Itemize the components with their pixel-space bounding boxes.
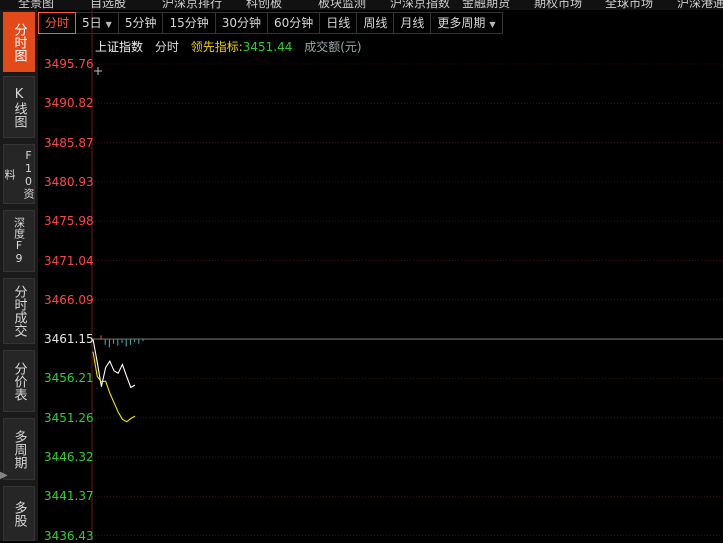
period-button-label: 5分钟 <box>124 16 157 30</box>
y-axis-tick-label: 3471.04 <box>44 253 94 268</box>
sidebar-tab[interactable]: F10资料 <box>3 144 35 204</box>
sidebar-tab[interactable]: K线图 <box>3 76 35 138</box>
top-menu-item[interactable]: 沪深港通 <box>677 0 723 10</box>
period-button-label: 60分钟 <box>274 16 314 30</box>
period-button[interactable]: 5分钟 <box>118 12 164 34</box>
period-button-label: 周线 <box>363 16 388 30</box>
sidebar-tab[interactable]: 深度F9 <box>3 210 35 272</box>
period-button[interactable]: 分时 <box>38 12 77 34</box>
caret-down-icon: ▼ <box>105 20 112 29</box>
average-line <box>92 351 136 423</box>
period-button-label: 日线 <box>326 16 351 30</box>
period-button[interactable]: 5日 ▼ <box>76 12 119 34</box>
sidebar-tab[interactable]: 分时图 <box>3 12 35 72</box>
left-sidebar: 分时图 K线图 F10资料 深度F9 分时成交 分价表 多周期 多股 <box>0 10 38 541</box>
sidebar-tab[interactable]: 分时成交 <box>3 278 35 344</box>
y-axis-tick-label: 3446.32 <box>44 450 94 464</box>
period-button[interactable]: 更多周期 ▼ <box>431 12 503 34</box>
price-line <box>92 339 136 389</box>
lead-indicator-label: 领先指标: <box>190 40 243 54</box>
period-button[interactable]: 30分钟 <box>215 12 269 34</box>
chart-mode: 分时 <box>154 40 179 54</box>
expand-arrow-icon[interactable]: ▶ <box>0 470 8 484</box>
top-menu-item[interactable]: 沪深京指数 <box>390 0 450 10</box>
top-menu-item[interactable]: 金融期货 <box>462 0 510 10</box>
top-menu-item[interactable]: 期权市场 <box>534 0 582 10</box>
period-button[interactable]: 月线 <box>394 12 432 34</box>
sidebar-tab[interactable]: 分价表 <box>3 350 35 412</box>
period-button[interactable]: 日线 <box>320 12 358 34</box>
period-button-label: 月线 <box>400 16 425 30</box>
index-name: 上证指数 <box>95 40 144 54</box>
y-axis-tick-label: 3485.87 <box>44 135 94 150</box>
intraday-chart[interactable] <box>0 0 723 541</box>
y-axis-tick-label: 3456.21 <box>44 371 94 386</box>
chart-info-line: 上证指数 分时 领先指标:3451.44 成交额(元) <box>95 38 370 55</box>
y-axis-tick-label: 3490.82 <box>44 96 94 111</box>
y-axis-tick-label: 3461.15 <box>44 332 94 347</box>
y-axis-tick-label: 3475.98 <box>44 214 94 229</box>
crosshair-icon <box>94 67 102 75</box>
top-menu-item[interactable]: 自选股 <box>90 0 126 10</box>
period-button-label: 更多周期 <box>437 16 486 30</box>
period-button-label: 30分钟 <box>221 16 262 30</box>
volume-label: 成交额(元) <box>304 40 362 54</box>
period-button[interactable]: 周线 <box>357 12 395 34</box>
y-axis-tick-label: 3436.43 <box>44 528 94 543</box>
caret-down-icon: ▼ <box>489 20 496 29</box>
y-axis-tick-label: 3441.37 <box>44 489 94 504</box>
y-axis-tick-label: 3466.09 <box>44 292 94 307</box>
period-button[interactable]: 60分钟 <box>268 12 321 34</box>
y-axis-tick-label: 3480.93 <box>44 174 94 189</box>
period-toolbar: 分时 5日 ▼ 5分钟 15分钟 30分钟 60分钟 日线 周线 月线 更多周期 ▼ <box>38 12 503 34</box>
top-menu-item[interactable]: 沪深京排行 <box>162 0 222 10</box>
top-menu-item[interactable]: 科创板 <box>246 0 282 10</box>
top-menu-item[interactable]: 全球市场 <box>605 0 653 10</box>
top-menu-item[interactable]: 板块监测 <box>318 0 366 10</box>
top-menu: 全景图 自选股 沪深京排行 科创板 板块监测 沪深京指数 金融期货 期权市场 全球市场 沪深港通 <box>0 0 723 10</box>
y-axis-tick-label: 3451.26 <box>44 410 94 425</box>
sidebar-tab[interactable]: 多股 <box>3 486 35 541</box>
top-menu-item[interactable]: 全景图 <box>18 0 54 10</box>
period-button[interactable]: 15分钟 <box>163 12 216 34</box>
period-button-label: 分时 <box>45 16 70 30</box>
y-axis-tick-label: 3495.76 <box>44 57 94 71</box>
period-button-label: 15分钟 <box>169 16 209 30</box>
period-button-label: 5日 <box>82 16 102 30</box>
lead-indicator-value: 3451.44 <box>242 40 293 54</box>
